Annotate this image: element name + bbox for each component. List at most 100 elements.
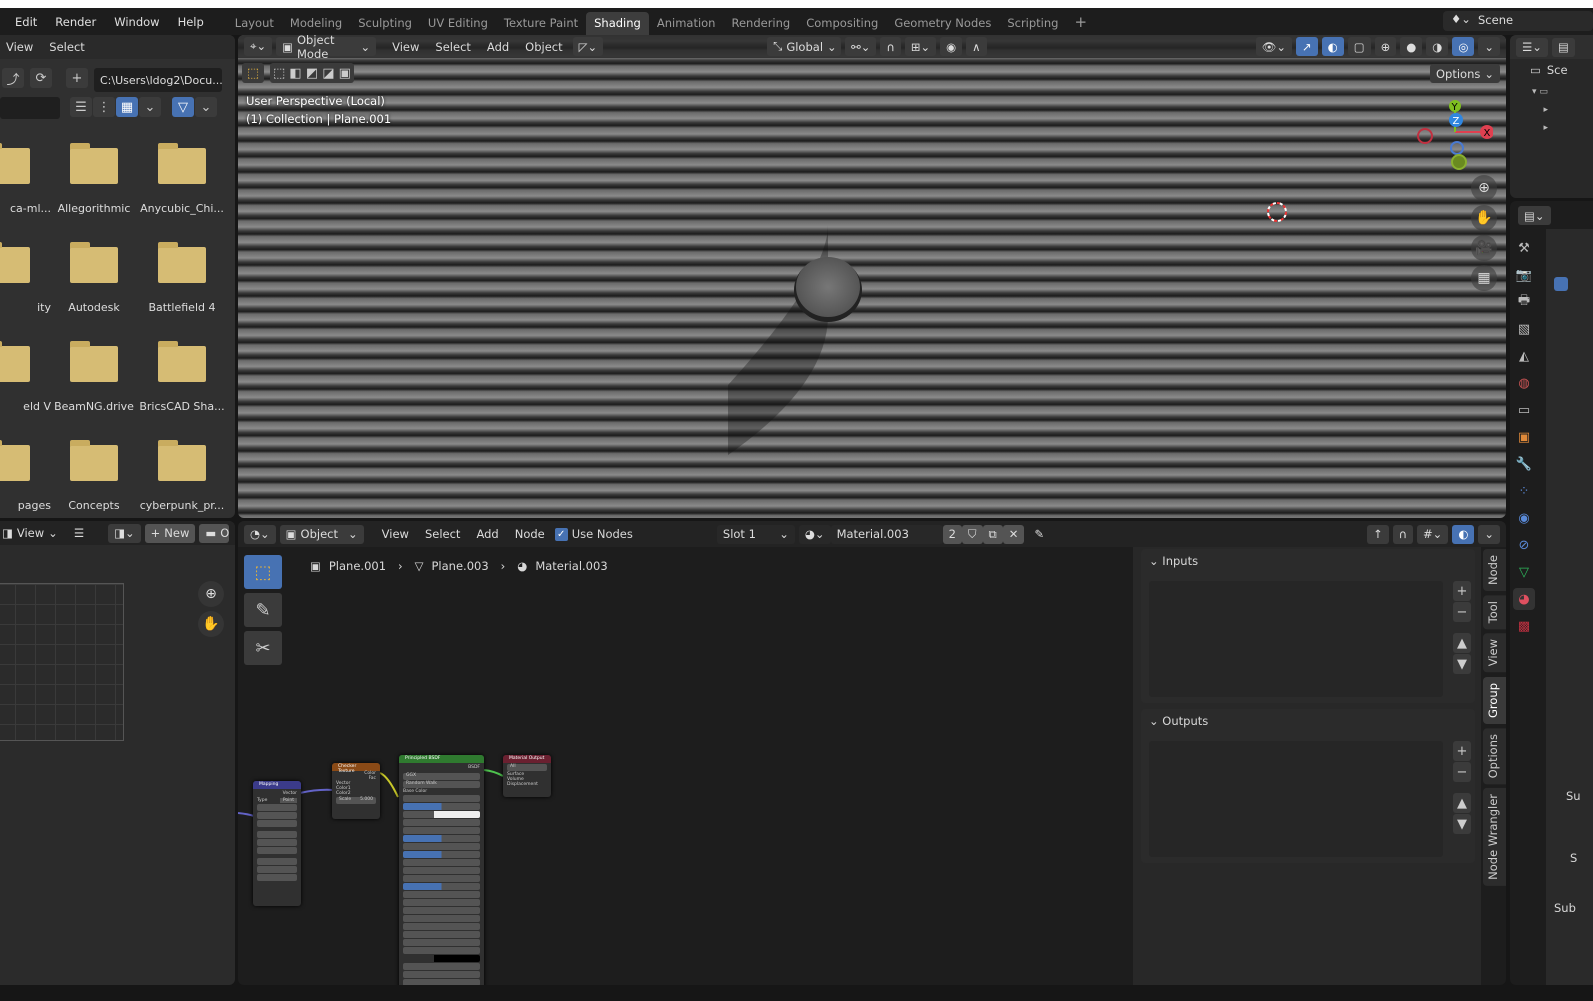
bsdf-input-row[interactable] <box>403 875 480 882</box>
overlay-toggle[interactable]: ◐ <box>1452 524 1475 544</box>
move-up-button[interactable]: ▲ <box>1453 793 1471 813</box>
inputs-list[interactable] <box>1149 581 1443 697</box>
tab-shading[interactable]: Shading <box>586 12 649 35</box>
orientation-dropdown[interactable]: ⤡ Global ⌄ <box>767 37 842 56</box>
file-item[interactable]: Battlefield 4 <box>138 242 226 314</box>
list-vertical-icon[interactable]: ☰ <box>70 97 92 117</box>
gizmo-toggle[interactable]: ↗ <box>1296 37 1318 56</box>
bsdf-input-row[interactable] <box>403 843 480 850</box>
texture-properties-icon[interactable]: ▩ <box>1513 615 1535 637</box>
bsdf-input-row[interactable] <box>403 939 480 946</box>
tab-node[interactable]: Node <box>1483 549 1506 592</box>
file-item[interactable]: Autodesk <box>50 242 138 314</box>
bsdf-input-row[interactable] <box>403 827 480 834</box>
bsdf-input-row[interactable] <box>403 915 480 922</box>
fb-menu-view[interactable]: View <box>0 40 39 54</box>
bsdf-input-row[interactable] <box>403 811 480 818</box>
tab-rendering[interactable]: Rendering <box>723 12 798 35</box>
navigation-gizmo[interactable]: X Y Z <box>1413 95 1493 171</box>
filter-icon[interactable]: ▤ <box>1551 37 1575 57</box>
parent-node-tree-icon[interactable]: ↑ <box>1366 524 1389 544</box>
bsdf-input-row[interactable] <box>403 899 480 906</box>
file-item[interactable]: BeamNG.drive <box>50 341 138 413</box>
rendered-shading-icon[interactable]: ◎ <box>1452 37 1475 56</box>
tab-modeling[interactable]: Modeling <box>282 12 350 35</box>
outputs-panel-header[interactable]: ⌄ Outputs <box>1141 709 1475 733</box>
pan-hand-icon[interactable]: ✋ <box>1471 205 1497 231</box>
file-item[interactable]: Anycubic_Chi... <box>138 143 226 215</box>
zoom-icon[interactable]: ⊕ <box>1471 175 1497 201</box>
material-properties-icon[interactable]: ◕ <box>1513 588 1535 610</box>
tab-geometry-nodes[interactable]: Geometry Nodes <box>886 12 999 35</box>
visibility-dropdown[interactable]: 👁⌄ <box>1255 37 1293 56</box>
list-horizontal-icon[interactable]: ⋮ <box>93 97 115 117</box>
select-tool-icon[interactable]: ⬚ <box>242 63 264 83</box>
scene-properties-icon[interactable]: ◭ <box>1513 345 1535 367</box>
move-down-button[interactable]: ▼ <box>1453 654 1471 674</box>
editor-type-button[interactable]: ⌖⌄ <box>244 37 273 56</box>
scene-selector[interactable]: ♦⌄ Scene <box>1443 11 1593 31</box>
refresh-icon[interactable]: ⟳ <box>30 68 52 88</box>
node-field-value[interactable]: 5.000 <box>360 797 373 804</box>
move-down-button[interactable]: ▼ <box>1453 814 1471 834</box>
vp-menu-object[interactable]: Object <box>519 40 568 54</box>
snap-icon[interactable]: ∩ <box>1392 524 1414 544</box>
world-properties-icon[interactable]: ◍ <box>1513 372 1535 394</box>
vp-menu-select[interactable]: Select <box>429 40 476 54</box>
material-shading-icon[interactable]: ◑ <box>1426 37 1449 56</box>
bsdf-input-row[interactable] <box>403 795 480 802</box>
menu-edit[interactable]: Edit <box>6 15 46 29</box>
output-properties-icon[interactable]: 🖶 <box>1513 291 1535 313</box>
constraints-icon[interactable]: ⊘ <box>1513 534 1535 556</box>
camera-icon[interactable]: 🎥 <box>1471 235 1497 261</box>
vp-menu-view[interactable]: View <box>386 40 425 54</box>
file-item[interactable]: BricsCAD Sha... <box>138 341 226 413</box>
outputs-list[interactable] <box>1149 741 1443 857</box>
gpencil-dropdown[interactable]: ◸⌄ <box>572 37 604 56</box>
collection-properties-icon[interactable]: ▭ <box>1513 399 1535 421</box>
bsdf-input-row[interactable] <box>403 971 480 978</box>
output-target-dropdown[interactable]: All <box>507 764 547 771</box>
shading-options-chevron-icon[interactable]: ⌄ <box>1478 37 1500 56</box>
image-canvas-grid[interactable] <box>0 583 124 741</box>
xray-toggle[interactable]: ▢ <box>1347 37 1371 56</box>
fb-menu-select[interactable]: Select <box>43 40 90 54</box>
proportional-edit-icon[interactable]: ◉ <box>940 37 963 56</box>
3d-viewport[interactable]: ⌖⌄ ▣ Object Mode ⌄ View Select Add Object … <box>238 35 1506 518</box>
bsdf-input-row[interactable] <box>403 819 480 826</box>
bsdf-input-row[interactable] <box>403 979 480 985</box>
bsdf-input-row[interactable] <box>403 955 480 962</box>
tab-texture-paint[interactable]: Texture Paint <box>496 12 586 35</box>
object-properties-icon[interactable]: ▣ <box>1513 426 1535 448</box>
hamburger-menu-icon[interactable]: ☰ <box>68 526 90 540</box>
snap-increment-dropdown[interactable]: ⊞⌄ <box>904 37 937 56</box>
ortho-grid-icon[interactable]: ▦ <box>1471 265 1497 291</box>
tab-node-wrangler[interactable]: Node Wrangler <box>1483 788 1506 886</box>
display-mode-dropdown[interactable]: ☰⌄ <box>1516 37 1548 57</box>
options-dropdown[interactable]: Options ⌄ <box>1429 64 1500 83</box>
pan-hand-icon[interactable]: ✋ <box>198 611 224 637</box>
bsdf-input-row[interactable] <box>403 867 480 874</box>
modifier-properties-icon[interactable]: 🔧 <box>1513 453 1535 475</box>
subsurface-method-dropdown[interactable]: Random Walk <box>403 781 480 788</box>
image-view-dropdown[interactable]: ◨ View ⌄ <box>0 524 64 543</box>
tool-properties-icon[interactable]: ⚒ <box>1513 237 1535 259</box>
move-up-button[interactable]: ▲ <box>1453 633 1471 653</box>
search-input[interactable] <box>0 97 60 119</box>
tab-compositing[interactable]: Compositing <box>798 12 886 35</box>
add-output-button[interactable]: + <box>1453 741 1471 761</box>
node-type-value[interactable]: Point <box>279 798 297 803</box>
inputs-panel-header[interactable]: ⌄ Inputs <box>1141 549 1475 573</box>
tab-view[interactable]: View <box>1483 633 1506 673</box>
open-image-button[interactable]: ▬ Open <box>199 523 229 543</box>
remove-output-button[interactable]: − <box>1453 762 1471 782</box>
file-item[interactable]: ca-ml... <box>0 143 51 215</box>
filter-options-chevron-icon[interactable]: ⌄ <box>195 97 217 117</box>
tab-scripting[interactable]: Scripting <box>999 12 1066 35</box>
file-item[interactable]: cyberpunk_pr... <box>138 440 226 512</box>
render-properties-icon[interactable]: 📷 <box>1513 264 1535 286</box>
tab-layout[interactable]: Layout <box>227 12 282 35</box>
mapping-node[interactable]: Mapping Vector Type Point <box>253 781 301 906</box>
tab-sculpting[interactable]: Sculpting <box>350 12 420 35</box>
bsdf-input-row[interactable] <box>403 891 480 898</box>
